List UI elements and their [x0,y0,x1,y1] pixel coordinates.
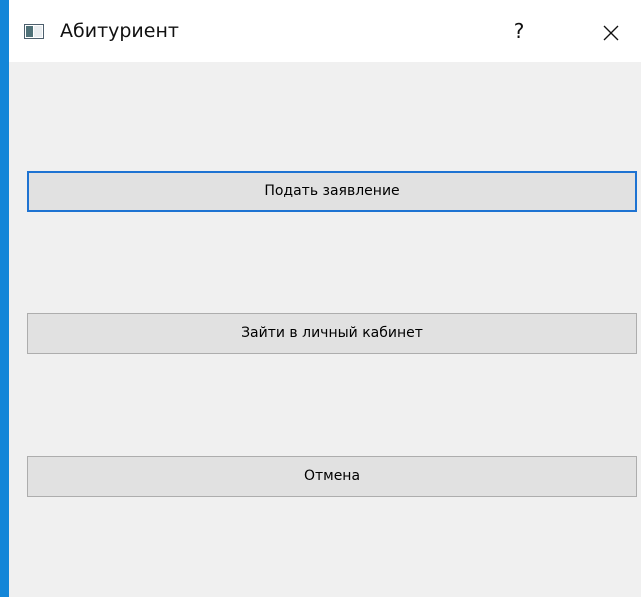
window-title: Абитуриент [60,20,179,42]
dialog-window: Абитуриент ? Подать заявление Зайти в ли… [9,0,641,597]
close-icon [603,25,619,41]
submit-application-button[interactable]: Подать заявление [27,171,637,212]
personal-account-login-button[interactable]: Зайти в личный кабинет [27,313,637,354]
help-button[interactable]: ? [504,16,534,46]
window-app-icon [24,24,44,39]
close-button[interactable] [595,18,625,48]
app-icon-left-pane [26,26,33,37]
cancel-button[interactable]: Отмена [27,456,637,497]
title-bar[interactable]: Абитуриент ? [9,0,641,62]
app-icon-right-pane [34,26,42,37]
